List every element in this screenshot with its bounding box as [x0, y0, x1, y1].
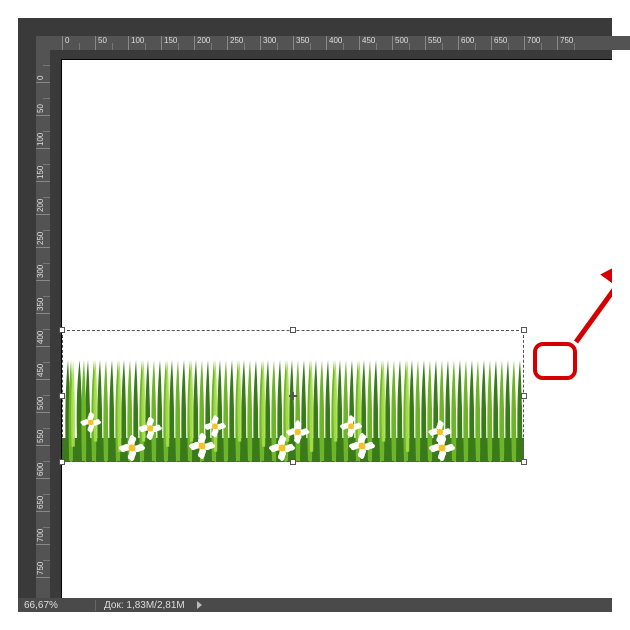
doc-label: Док:	[104, 600, 124, 611]
ruler-tick: 0	[62, 36, 95, 50]
transform-handle-top-right[interactable]	[521, 327, 527, 333]
canvas-viewport[interactable]	[50, 50, 612, 598]
ruler-tick: 150	[36, 149, 50, 182]
transform-handle-top-middle[interactable]	[290, 327, 296, 333]
ruler-tick: 600	[36, 446, 50, 479]
ruler-tick: 150	[161, 36, 194, 50]
transform-handle-bottom-middle[interactable]	[290, 459, 296, 465]
ruler-tick: 350	[36, 281, 50, 314]
ruler-horizontal[interactable]: 0 50 100 150 200 250 300 350 400 450 500…	[62, 36, 630, 50]
ruler-tick: 400	[36, 314, 50, 347]
ruler-corner	[36, 36, 62, 50]
transform-handle-top-left[interactable]	[59, 327, 65, 333]
ruler-tick: 700	[524, 36, 557, 50]
ruler-tick: 750	[557, 36, 590, 50]
ruler-tick: 0	[36, 50, 50, 83]
ruler-tick: 50	[36, 83, 50, 116]
document-size-readout[interactable]: Док: 1,83M/2,81M	[96, 600, 193, 611]
ruler-tick: 700	[36, 512, 50, 545]
ruler-tick: 600	[458, 36, 491, 50]
ruler-tick: 550	[425, 36, 458, 50]
ruler-tick: 500	[36, 380, 50, 413]
free-transform-bounds[interactable]	[62, 330, 524, 462]
transform-center-icon[interactable]	[289, 392, 297, 400]
doc-value: 1,83M/2,81M	[126, 600, 184, 611]
ruler-tick: 450	[359, 36, 392, 50]
transform-handle-bottom-right[interactable]	[521, 459, 527, 465]
artboard[interactable]	[62, 60, 612, 598]
ruler-tick: 750	[36, 545, 50, 578]
ruler-tick: 200	[194, 36, 227, 50]
zoom-level[interactable]: 66,67%	[18, 600, 96, 611]
photoshop-workspace: 0 50 100 150 200 250 300 350 400 450 500…	[18, 18, 612, 612]
status-bar: 66,67% Док: 1,83M/2,81M	[18, 598, 612, 612]
transform-handle-bottom-left[interactable]	[59, 459, 65, 465]
transform-handle-middle-left[interactable]	[59, 393, 65, 399]
ruler-tick: 650	[36, 479, 50, 512]
ruler-tick: 100	[36, 116, 50, 149]
ruler-vertical[interactable]: 0 50 100 150 200 250 300 350 400 450 500…	[36, 50, 50, 610]
flyout-triangle-icon[interactable]	[197, 601, 202, 609]
ruler-tick: 400	[326, 36, 359, 50]
ruler-tick: 300	[36, 248, 50, 281]
ruler-tick: 250	[36, 215, 50, 248]
ruler-tick: 300	[260, 36, 293, 50]
transform-handle-middle-right[interactable]	[521, 393, 527, 399]
ruler-tick: 650	[491, 36, 524, 50]
ruler-tick: 50	[95, 36, 128, 50]
ruler-tick: 200	[36, 182, 50, 215]
ruler-tick: 250	[227, 36, 260, 50]
ruler-tick: 550	[36, 413, 50, 446]
ruler-tick: 450	[36, 347, 50, 380]
ruler-tick: 100	[128, 36, 161, 50]
ruler-tick: 500	[392, 36, 425, 50]
ruler-tick: 350	[293, 36, 326, 50]
